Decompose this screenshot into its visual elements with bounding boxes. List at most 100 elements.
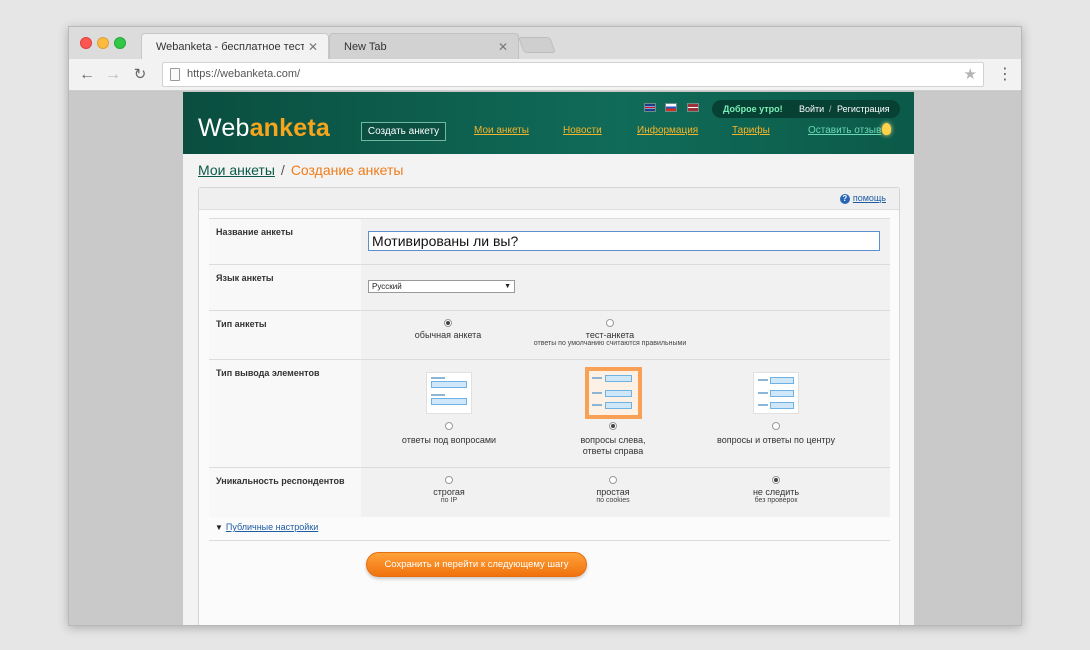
help-link[interactable]: ? помощь	[839, 193, 886, 204]
maximize-window-button[interactable]	[114, 37, 126, 49]
thumb-field	[605, 402, 632, 409]
new-tab-button[interactable]	[518, 37, 556, 53]
help-icon[interactable]: ?	[839, 194, 850, 204]
breadcrumb: Мои анкеты / Создание анкеты	[198, 162, 403, 178]
greeting-text: Доброе утро!	[723, 104, 783, 114]
logo-part-web: Web	[198, 114, 250, 142]
radio-regular-survey[interactable]	[444, 319, 452, 327]
tab-title: New Tab	[344, 41, 387, 53]
option-unique-strict[interactable]: строгая	[399, 487, 499, 497]
save-and-next-button[interactable]: Сохранить и перейти к следующему шагу	[366, 552, 587, 577]
card-header: ? помощь	[199, 188, 899, 210]
language-flags	[644, 103, 704, 121]
address-bar[interactable]: https://webanketa.com/ ★	[162, 62, 984, 87]
bookmark-star-icon[interactable]: ★	[964, 64, 977, 86]
radio-test-survey[interactable]	[606, 319, 614, 327]
tab-strip: Webanketa - бесплатное тестир… ✕ New Tab…	[69, 27, 1021, 59]
thumb-line	[758, 379, 768, 381]
close-tab-icon[interactable]: ✕	[308, 34, 318, 60]
option-layout-below[interactable]: ответы под вопросами	[379, 435, 519, 445]
menu-dots-icon[interactable]: ⋮	[997, 65, 1013, 85]
thumb-field	[431, 381, 467, 388]
thumb-field	[770, 390, 794, 397]
uniqueness-label: Уникальность респондентов	[209, 468, 361, 517]
tab-new-tab[interactable]: New Tab ✕	[329, 33, 519, 59]
row-language: Язык анкеты Русский ▼	[209, 264, 890, 310]
uniqueness-body: строгая по IP простая по cookies не след…	[361, 468, 890, 517]
survey-type-body: обычная анкета тест-анкета ответы по умо…	[361, 311, 890, 359]
layout-type-body: ответы под вопросами вопросы слева, отве…	[361, 360, 890, 467]
language-label: Язык анкеты	[209, 265, 361, 310]
browser-window: Webanketa - бесплатное тестир… ✕ New Tab…	[68, 26, 1022, 626]
option-test-survey[interactable]: тест-анкета	[560, 330, 660, 340]
test-survey-note: ответы по умолчанию считаются правильным…	[533, 340, 687, 347]
login-link[interactable]: Войти	[799, 100, 824, 118]
survey-name-input[interactable]: Мотивированы ли вы?	[368, 231, 880, 251]
radio-unique-simple[interactable]	[609, 476, 617, 484]
dropdown-arrow-icon: ▼	[504, 283, 511, 290]
nav-news[interactable]: Новости	[563, 125, 602, 136]
minimize-window-button[interactable]	[97, 37, 109, 49]
radio-layout-below[interactable]	[445, 422, 453, 430]
radio-layout-left-right[interactable]	[609, 422, 617, 430]
thumb-field	[605, 390, 632, 397]
option-unique-simple[interactable]: простая	[563, 487, 663, 497]
url-text[interactable]: https://webanketa.com/	[187, 63, 300, 86]
option-layout-center[interactable]: вопросы и ответы по центру	[696, 435, 856, 445]
flag-lv-icon[interactable]	[686, 103, 699, 112]
thumb-field	[770, 402, 794, 409]
tab-webanketa[interactable]: Webanketa - бесплатное тестир… ✕	[141, 33, 329, 59]
option-layout-left-right-line2[interactable]: ответы справа	[543, 446, 683, 456]
breadcrumb-current: Создание анкеты	[290, 162, 404, 178]
survey-type-label: Тип анкеты	[209, 311, 361, 359]
nav-my-surveys[interactable]: Мои анкеты	[474, 125, 529, 136]
language-body: Русский ▼	[361, 265, 890, 310]
back-arrow-icon[interactable]: ←	[77, 65, 97, 85]
nav-info[interactable]: Информация	[637, 125, 698, 136]
thumb-line	[592, 392, 602, 394]
flag-ru-icon[interactable]	[665, 103, 678, 112]
tab-title: Webanketa - бесплатное тестир…	[156, 41, 304, 53]
register-link[interactable]: Регистрация	[837, 100, 890, 118]
reload-icon[interactable]: ↻	[130, 65, 150, 85]
triangle-down-icon[interactable]: ▼	[215, 523, 223, 532]
thumb-line	[592, 377, 602, 379]
radio-unique-strict[interactable]	[445, 476, 453, 484]
thumb-line	[592, 404, 602, 406]
thumb-line	[758, 392, 768, 394]
language-select[interactable]: Русский ▼	[368, 280, 515, 293]
row-uniqueness: Уникальность респондентов строгая по IP …	[209, 467, 890, 517]
thumb-line	[431, 394, 445, 396]
breadcrumb-my-surveys[interactable]: Мои анкеты	[198, 162, 275, 178]
option-unique-none[interactable]: не следить	[726, 487, 826, 497]
survey-form-card: ? помощь Название анкеты Мотивированы ли …	[198, 187, 900, 625]
breadcrumb-separator: /	[280, 162, 285, 178]
option-unique-simple-sub: по cookies	[596, 497, 630, 504]
layout-thumb-left-right[interactable]	[585, 367, 642, 419]
option-unique-none-sub: без проверок	[754, 497, 798, 504]
create-survey-button[interactable]: Создать анкету	[361, 122, 446, 141]
public-settings-link[interactable]: Публичные настройки	[226, 522, 318, 532]
public-settings-toggle[interactable]: ▼ Публичные настройки	[215, 522, 318, 532]
thumb-field	[431, 398, 467, 405]
option-regular-survey[interactable]: обычная анкета	[398, 330, 498, 340]
option-layout-left-right-line1[interactable]: вопросы слева,	[543, 435, 683, 445]
forward-arrow-icon[interactable]: →	[103, 65, 123, 85]
flag-uk-icon[interactable]	[644, 103, 656, 112]
row-layout-type: Тип вывода элементов ответы под вопросам…	[209, 359, 890, 467]
radio-unique-none[interactable]	[772, 476, 780, 484]
close-tab-icon[interactable]: ✕	[498, 34, 508, 60]
nav-pricing[interactable]: Тарифы	[732, 125, 770, 136]
help-label[interactable]: помощь	[853, 193, 886, 203]
site-logo[interactable]: Webanketa	[198, 114, 330, 143]
layout-thumb-below[interactable]	[426, 372, 472, 414]
option-unique-strict-sub: по IP	[440, 497, 458, 504]
row-survey-name: Название анкеты Мотивированы ли вы?	[209, 218, 890, 264]
close-window-button[interactable]	[80, 37, 92, 49]
user-bar: Доброе утро! Войти / Регистрация	[712, 100, 900, 118]
site-header: Webanketa Доброе утро! Войти / Регистрац…	[183, 92, 914, 154]
radio-layout-center[interactable]	[772, 422, 780, 430]
nav-feedback[interactable]: Оставить отзыв	[808, 125, 881, 136]
layout-thumb-center[interactable]	[753, 372, 799, 414]
row-survey-type: Тип анкеты обычная анкета тест-анкета от…	[209, 310, 890, 359]
